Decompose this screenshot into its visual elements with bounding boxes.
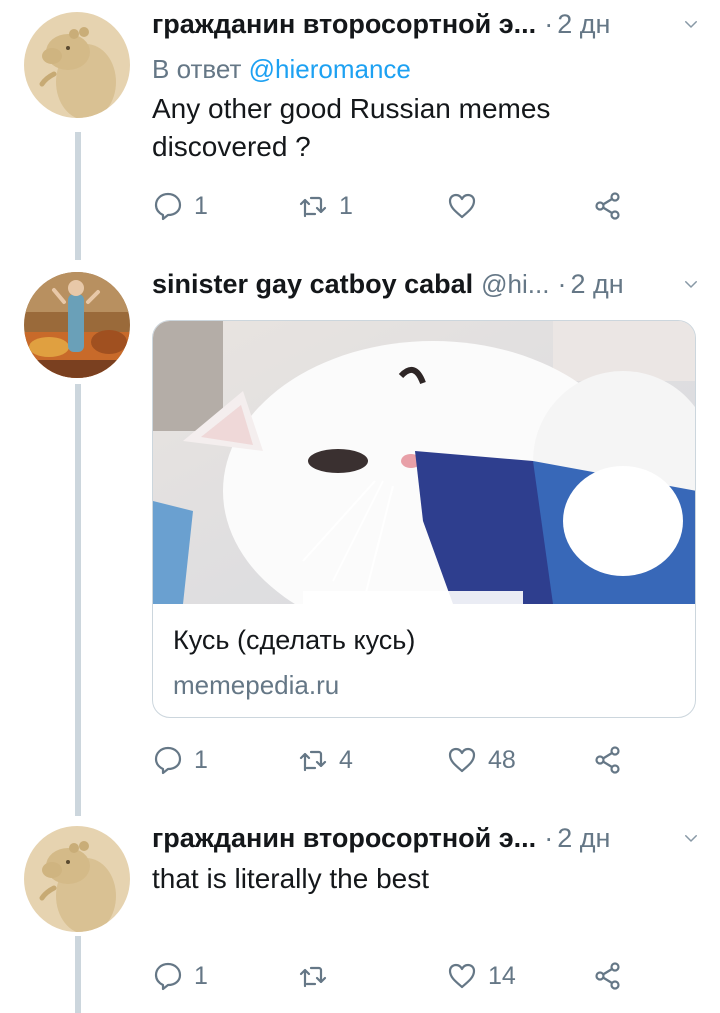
reply-count: 1	[194, 191, 208, 220]
share-button[interactable]	[592, 956, 624, 996]
retweet-count: 1	[339, 191, 353, 220]
tweet-text: Any other good Russian memes discovered …	[152, 90, 680, 166]
reply-count: 1	[194, 961, 208, 990]
reply-icon	[154, 746, 182, 775]
tweet-text-line: discovered ?	[152, 131, 311, 162]
card-title: Кусь (сделать кусь)	[173, 625, 416, 655]
reply-mention-link[interactable]: @hieromance	[249, 54, 411, 84]
chevron-down-icon[interactable]	[672, 824, 700, 852]
tweet-header: гражданин второсортной э... · 2 дн	[152, 4, 700, 44]
chevron-down-icon[interactable]	[672, 10, 700, 38]
avatar[interactable]	[24, 12, 130, 118]
reply-context: В ответ @hieromance	[152, 54, 411, 85]
timestamp[interactable]: · 2 дн	[557, 269, 623, 300]
retweet-icon	[299, 966, 327, 988]
reply-icon	[154, 192, 182, 221]
reply-button[interactable]: 1	[152, 186, 208, 226]
retweet-count: 4	[339, 745, 353, 774]
reply-button[interactable]: 1	[152, 740, 208, 780]
heart-icon	[448, 193, 476, 219]
tweet-actions: 1 1	[152, 186, 642, 226]
tweet-actions: 1 14	[152, 956, 642, 996]
display-name[interactable]: гражданин второсортной э...	[152, 9, 536, 40]
card-image	[153, 321, 695, 604]
retweet-button[interactable]: 1	[297, 186, 353, 226]
moomin-avatar-image	[24, 12, 130, 118]
avatar[interactable]	[24, 272, 130, 378]
reply-icon	[154, 962, 182, 991]
moomin-avatar-image	[24, 826, 130, 932]
share-icon	[595, 746, 620, 774]
avatar[interactable]	[24, 826, 130, 932]
retweet-button[interactable]	[297, 956, 339, 996]
tweet-header: гражданин второсортной э... · 2 дн	[152, 818, 700, 858]
heart-icon	[448, 963, 476, 989]
share-icon	[595, 962, 620, 990]
timestamp[interactable]: · 2 дн	[544, 9, 610, 40]
thread-line	[75, 132, 81, 260]
white-cat-image	[153, 321, 695, 604]
heart-icon	[448, 747, 476, 773]
thread-line	[75, 936, 81, 1013]
user-handle[interactable]: @hi...	[481, 269, 549, 300]
share-button[interactable]	[592, 740, 624, 780]
like-button[interactable]	[446, 186, 488, 226]
chevron-down-icon[interactable]	[672, 270, 700, 298]
tweet-header: sinister gay catboy cabal @hi... · 2 дн	[152, 264, 700, 304]
share-icon	[595, 192, 620, 220]
tweet-actions: 1 4 48	[152, 740, 642, 780]
thread-line	[75, 384, 81, 816]
timestamp[interactable]: · 2 дн	[544, 823, 610, 854]
tweet-text-line: Any other good Russian memes	[152, 93, 551, 124]
display-name[interactable]: гражданин второсортной э...	[152, 823, 536, 854]
tweet-text-line: that is literally the best	[152, 863, 430, 894]
painting-avatar-image	[24, 272, 130, 378]
card-domain: memepedia.ru	[173, 670, 340, 700]
reply-button[interactable]: 1	[152, 956, 208, 996]
reply-count: 1	[194, 745, 208, 774]
reply-prefix: В ответ	[152, 54, 242, 84]
tweet-text: that is literally the best	[152, 860, 680, 898]
display-name[interactable]: sinister gay catboy cabal	[152, 269, 473, 300]
retweet-icon	[299, 196, 327, 218]
like-button[interactable]: 14	[446, 956, 516, 996]
like-button[interactable]: 48	[446, 740, 516, 780]
retweet-button[interactable]: 4	[297, 740, 353, 780]
like-count: 14	[488, 961, 516, 990]
like-count: 48	[488, 745, 516, 774]
retweet-icon	[299, 750, 327, 772]
link-preview-card[interactable]: Кусь (сделать кусь) memepedia.ru	[152, 320, 696, 718]
share-button[interactable]	[592, 186, 624, 226]
